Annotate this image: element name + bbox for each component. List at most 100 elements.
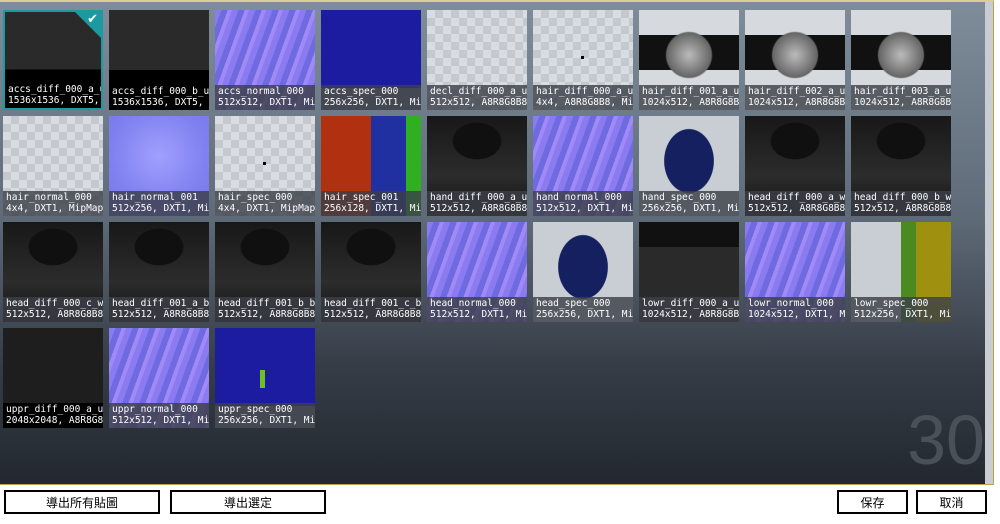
texture-tile[interactable]: uppr_normal_000 512x512, DXT1, Mip	[109, 328, 209, 428]
texture-tile[interactable]: head_diff_000_a_wh 512x512, A8R8G8B8.	[745, 116, 845, 216]
texture-label: hair_diff_001_a_ur 1024x512, A8R8G8B8	[639, 85, 739, 110]
scrollbar[interactable]	[985, 2, 993, 484]
texture-thumbnail: lowr_spec_000 512x256, DXT1, Mip	[851, 222, 951, 322]
texture-thumbnail: hair_spec_000 4x4, DXT1, MipMaps	[215, 116, 315, 216]
texture-tile[interactable]: accs_diff_000_b_ur 1536x1536, DXT5, M	[109, 10, 209, 110]
texture-tile[interactable]: lowr_normal_000 1024x512, DXT1, M	[745, 222, 845, 322]
texture-label: head_diff_000_a_wh 512x512, A8R8G8B8.	[745, 191, 845, 216]
texture-thumbnail: head_spec_000 256x256, DXT1, Mip	[533, 222, 633, 322]
texture-name: uppr_spec_000	[218, 404, 293, 415]
texture-thumbnail: head_diff_000_c_wh 512x512, A8R8G8B8.	[3, 222, 103, 322]
texture-tile[interactable]: hair_normal_001 512x256, DXT1, Mip	[109, 116, 209, 216]
texture-tile[interactable]: head_spec_000 256x256, DXT1, Mip	[533, 222, 633, 322]
export-all-button[interactable]: 導出所有貼圖	[4, 490, 160, 514]
texture-thumbnail: head_diff_001_a_bl 512x512, A8R8G8B8.	[109, 222, 209, 322]
texture-tile[interactable]: head_normal_000 512x512, DXT1, Mip	[427, 222, 527, 322]
texture-label: hair_diff_000_a_ur 4x4, A8R8G8B8, Mip	[533, 85, 633, 110]
texture-tile[interactable]: uppr_diff_000_a_ur 2048x2048, A8R8G8B	[3, 328, 103, 428]
texture-tile[interactable]: hair_normal_000 4x4, DXT1, MipMaps	[3, 116, 103, 216]
texture-label: uppr_spec_000 256x256, DXT1, Mip	[215, 403, 315, 428]
texture-info: 256x256, DXT1, Mip	[536, 309, 633, 320]
texture-info: 512x512, A8R8G8B8.	[218, 309, 315, 320]
texture-tile[interactable]: uppr_spec_000 256x256, DXT1, Mip	[215, 328, 315, 428]
texture-info: 512x512, DXT1, Mip	[218, 97, 315, 108]
texture-info: 1024x512, A8R8G8B8	[642, 97, 739, 108]
texture-tile[interactable]: hand_diff_000_a_ur 512x512, A8R8G8B8.	[427, 116, 527, 216]
texture-count: 30	[907, 401, 985, 479]
texture-tile[interactable]: accs_spec_000 256x256, DXT1, Mip	[321, 10, 421, 110]
texture-tile[interactable]: accs_diff_000_a_ur 1536x1536, DXT5, M ✔	[3, 10, 103, 110]
texture-tile[interactable]: hair_diff_002_a_ur 1024x512, A8R8G8B8	[745, 10, 845, 110]
texture-info: 256x256, DXT1, Mip	[218, 415, 315, 426]
texture-thumbnail: head_diff_001_b_bl 512x512, A8R8G8B8.	[215, 222, 315, 322]
texture-tile[interactable]: hair_diff_000_a_ur 4x4, A8R8G8B8, Mip	[533, 10, 633, 110]
texture-name: accs_diff_000_a_ur	[8, 84, 101, 95]
texture-label: accs_spec_000 256x256, DXT1, Mip	[321, 85, 421, 110]
texture-tile[interactable]: hand_normal_000 512x512, DXT1, Mip	[533, 116, 633, 216]
texture-name: lowr_normal_000	[748, 298, 834, 309]
texture-name: uppr_diff_000_a_ur	[6, 404, 103, 415]
texture-thumbnail: head_diff_000_b_wh 512x512, A8R8G8B8.	[851, 116, 951, 216]
texture-tile[interactable]: decl_diff_000_a_ur 512x512, A8R8G8B8.	[427, 10, 527, 110]
cancel-button[interactable]: 取消	[916, 490, 987, 514]
texture-tile[interactable]: hand_spec_000 256x256, DXT1, Mip	[639, 116, 739, 216]
texture-thumbnail: accs_normal_000 512x512, DXT1, Mip	[215, 10, 315, 110]
export-selected-button[interactable]: 導出選定	[170, 490, 326, 514]
texture-thumbnail: lowr_normal_000 1024x512, DXT1, M	[745, 222, 845, 322]
texture-name: hair_diff_003_a_ur	[854, 86, 951, 97]
texture-label: head_diff_000_c_wh 512x512, A8R8G8B8.	[3, 297, 103, 322]
save-button[interactable]: 保存	[837, 490, 908, 514]
texture-info: 1536x1536, DXT5, M	[8, 95, 101, 106]
texture-tile[interactable]: hair_diff_001_a_ur 1024x512, A8R8G8B8	[639, 10, 739, 110]
texture-tile[interactable]: accs_normal_000 512x512, DXT1, Mip	[215, 10, 315, 110]
texture-thumbnail: lowr_diff_000_a_ur 1024x512, A8R8G8B8	[639, 222, 739, 322]
texture-name: head_diff_001_a_bl	[112, 298, 209, 309]
texture-thumbnail: accs_diff_000_b_ur 1536x1536, DXT5, M	[109, 10, 209, 110]
texture-tile[interactable]: head_diff_001_a_bl 512x512, A8R8G8B8.	[109, 222, 209, 322]
texture-label: uppr_normal_000 512x512, DXT1, Mip	[109, 403, 209, 428]
texture-thumbnail: accs_spec_000 256x256, DXT1, Mip	[321, 10, 421, 110]
texture-info: 512x256, DXT1, Mip	[854, 309, 951, 320]
texture-label: hair_normal_000 4x4, DXT1, MipMaps	[3, 191, 103, 216]
texture-label: accs_diff_000_b_ur 1536x1536, DXT5, M	[109, 85, 209, 110]
texture-name: hair_spec_000	[218, 192, 293, 203]
texture-info: 1024x512, A8R8G8B8	[748, 97, 845, 108]
texture-name: lowr_spec_000	[854, 298, 929, 309]
texture-label: hand_spec_000 256x256, DXT1, Mip	[639, 191, 739, 216]
texture-thumbnail: hair_diff_002_a_ur 1024x512, A8R8G8B8	[745, 10, 845, 110]
texture-info: 512x512, DXT1, Mip	[536, 203, 633, 214]
texture-tile[interactable]: hair_spec_001 256x128, DXT1, Mip	[321, 116, 421, 216]
texture-info: 512x512, A8R8G8B8.	[6, 309, 103, 320]
texture-tile[interactable]: head_diff_001_b_bl 512x512, A8R8G8B8.	[215, 222, 315, 322]
texture-label: hand_normal_000 512x512, DXT1, Mip	[533, 191, 633, 216]
texture-tile[interactable]: hair_spec_000 4x4, DXT1, MipMaps	[215, 116, 315, 216]
texture-name: hair_normal_001	[112, 192, 198, 203]
texture-tile[interactable]: hair_diff_003_a_ur 1024x512, A8R8G8B8	[851, 10, 951, 110]
texture-label: hair_diff_002_a_ur 1024x512, A8R8G8B8	[745, 85, 845, 110]
texture-tile[interactable]: head_diff_001_c_bl 512x512, A8R8G8B8.	[321, 222, 421, 322]
texture-info: 256x256, DXT1, Mip	[642, 203, 739, 214]
texture-thumbnail: hair_spec_001 256x128, DXT1, Mip	[321, 116, 421, 216]
texture-info: 512x256, DXT1, Mip	[112, 203, 209, 214]
texture-name: head_diff_001_c_bl	[324, 298, 421, 309]
texture-name: hair_spec_001	[324, 192, 399, 203]
texture-tile[interactable]: head_diff_000_b_wh 512x512, A8R8G8B8.	[851, 116, 951, 216]
texture-tile[interactable]: head_diff_000_c_wh 512x512, A8R8G8B8.	[3, 222, 103, 322]
texture-thumbnail: hair_diff_003_a_ur 1024x512, A8R8G8B8	[851, 10, 951, 110]
texture-label: hand_diff_000_a_ur 512x512, A8R8G8B8.	[427, 191, 527, 216]
texture-thumbnail: hand_spec_000 256x256, DXT1, Mip	[639, 116, 739, 216]
texture-info: 256x256, DXT1, Mip	[324, 97, 421, 108]
texture-info: 1024x512, A8R8G8B8	[642, 309, 739, 320]
checkmark-icon: ✔	[87, 12, 98, 27]
texture-tile[interactable]: lowr_spec_000 512x256, DXT1, Mip	[851, 222, 951, 322]
texture-thumbnail: hand_diff_000_a_ur 512x512, A8R8G8B8.	[427, 116, 527, 216]
texture-label: head_diff_001_b_bl 512x512, A8R8G8B8.	[215, 297, 315, 322]
texture-name: hand_diff_000_a_ur	[430, 192, 527, 203]
texture-name: decl_diff_000_a_ur	[430, 86, 527, 97]
texture-name: head_spec_000	[536, 298, 611, 309]
texture-info: 512x512, DXT1, Mip	[112, 415, 209, 426]
texture-tile[interactable]: lowr_diff_000_a_ur 1024x512, A8R8G8B8	[639, 222, 739, 322]
texture-thumbnail: uppr_normal_000 512x512, DXT1, Mip	[109, 328, 209, 428]
texture-name: accs_spec_000	[324, 86, 399, 97]
texture-name: accs_diff_000_b_ur	[112, 86, 209, 97]
